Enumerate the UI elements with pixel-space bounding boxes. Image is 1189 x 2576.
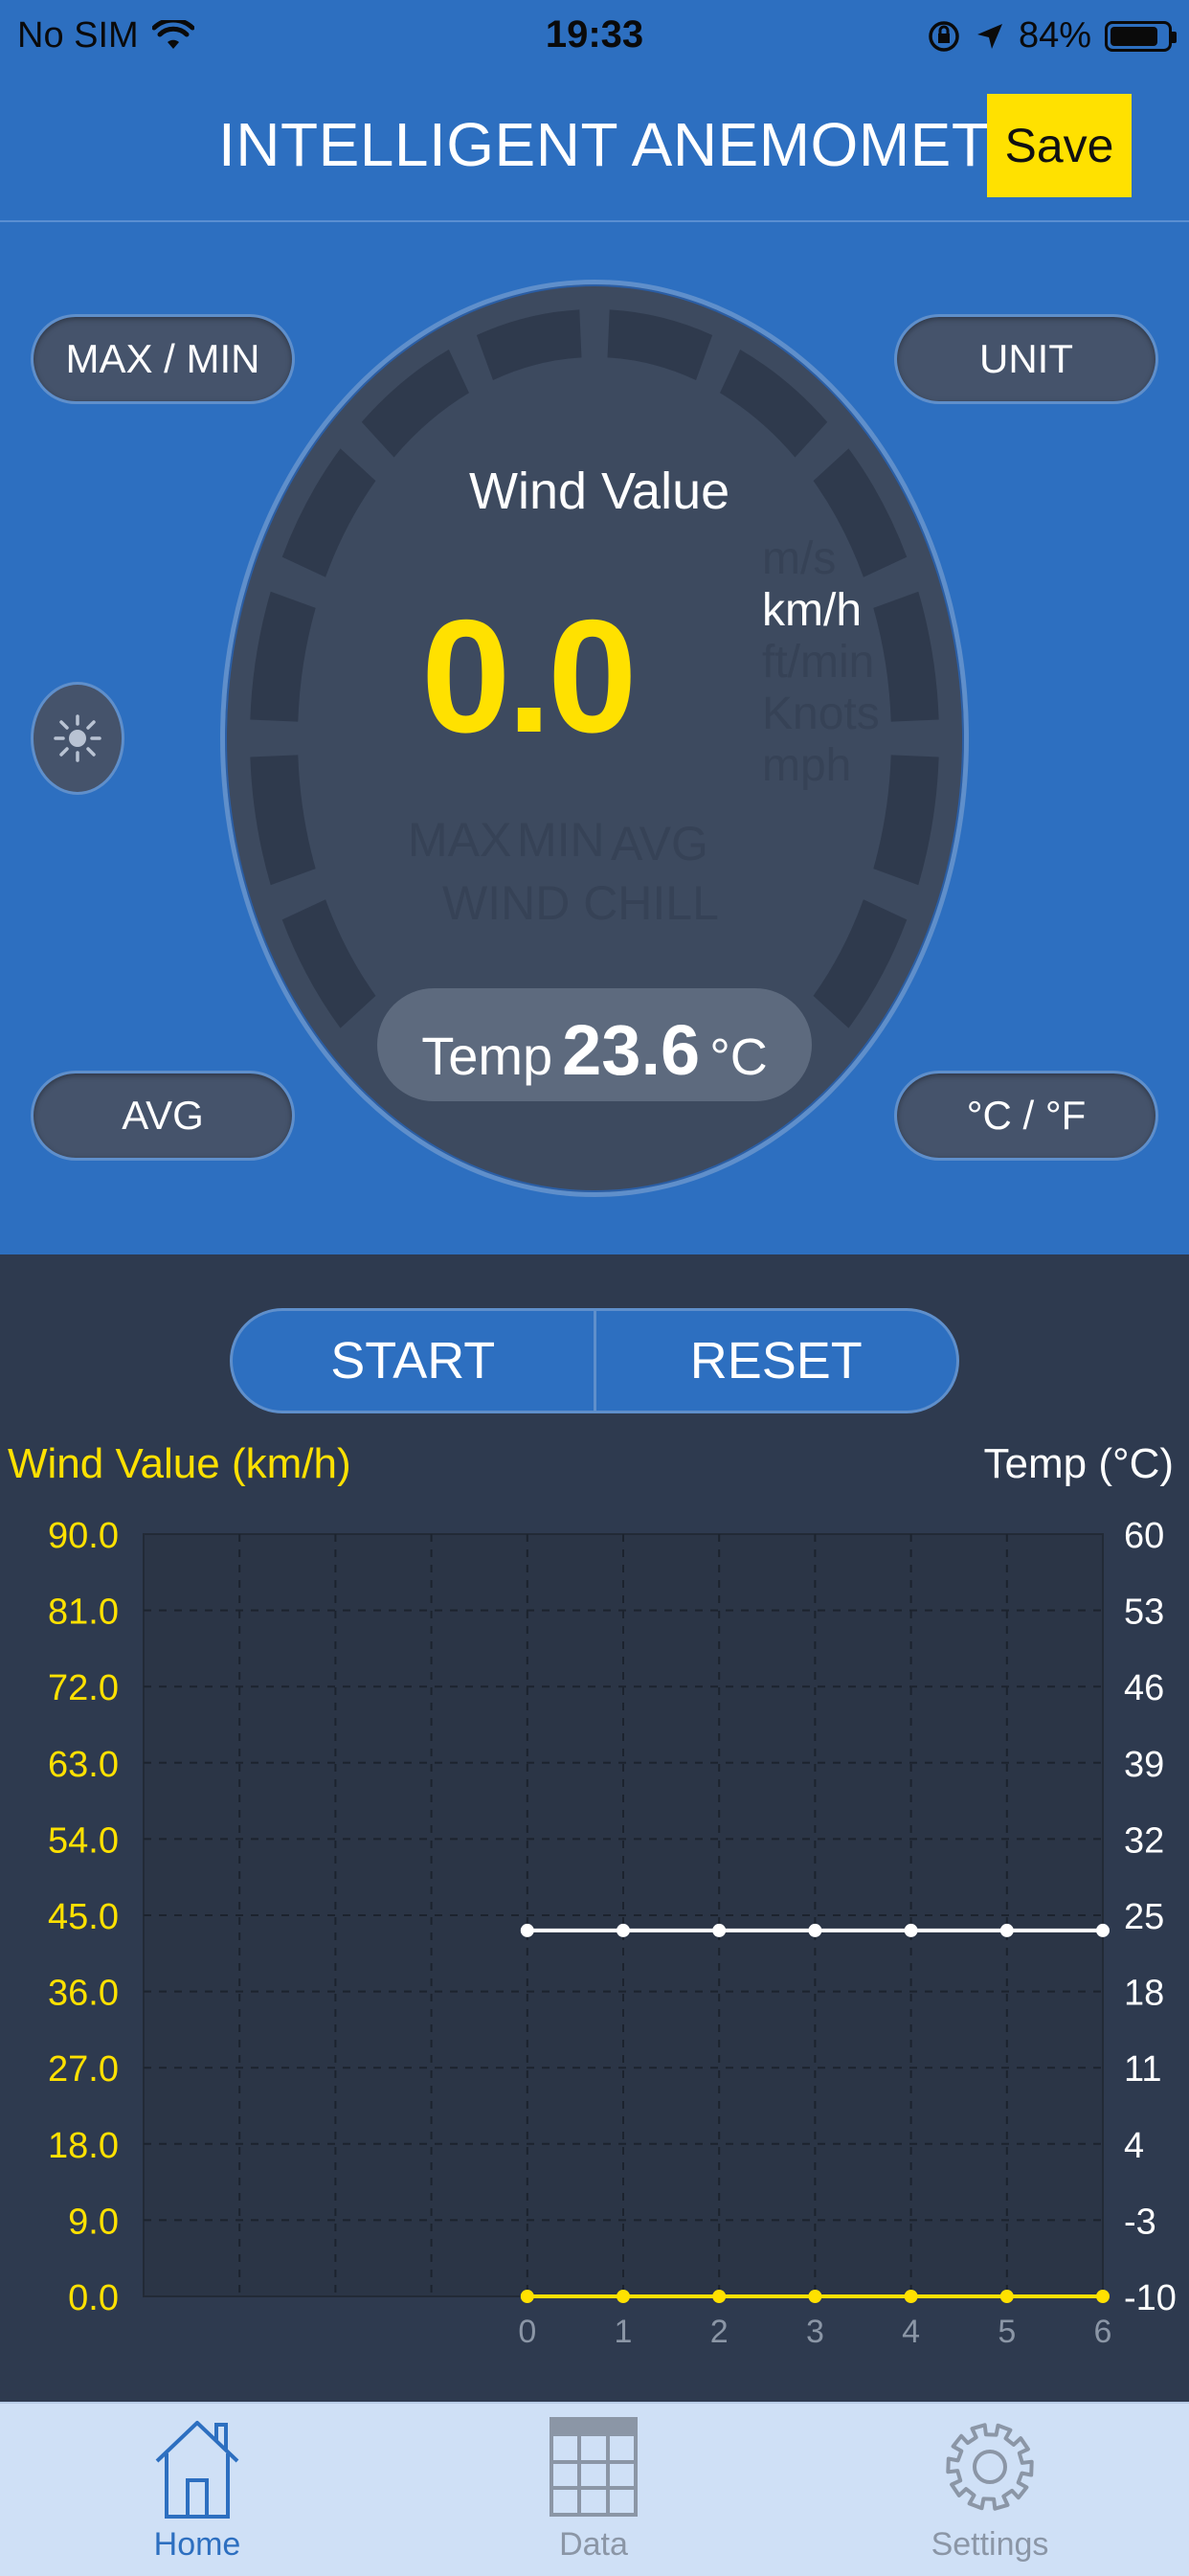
gauge-ring-segment	[873, 755, 939, 886]
gauge-ring-segment	[281, 899, 376, 1028]
series-point-left	[712, 2290, 727, 2303]
y-left-tick-label: 9.0	[68, 2202, 119, 2242]
y-right-tick-label: -3	[1124, 2202, 1156, 2242]
gear-icon	[946, 2423, 1034, 2511]
tab-settings[interactable]: Settings	[885, 2413, 1095, 2576]
gauge-ring-segment	[361, 349, 469, 458]
unit-ftmin: ft/min	[762, 637, 875, 688]
wind-temp-chart: 90.0 6081.0 5372.0 4663.0 3954.0 3245.0 2536.0…	[48, 1516, 1177, 2350]
mode-min: MIN	[517, 813, 605, 867]
series-point-left	[904, 2290, 918, 2303]
y-right-tick-label: 60	[1124, 1516, 1164, 1556]
y-right-tick-label: 46	[1124, 1668, 1164, 1708]
right-axis-title: Temp (°C)	[983, 1440, 1175, 1487]
save-button[interactable]: Save	[987, 94, 1132, 197]
gauge-ring-segment	[873, 591, 939, 722]
gauge-ring-segment	[720, 349, 828, 458]
tab-home[interactable]: Home	[92, 2413, 303, 2576]
x-tick-label: 3	[806, 2314, 824, 2350]
y-left-tick-label: 27.0	[48, 2049, 119, 2090]
gauge-ring-segment	[476, 309, 582, 381]
y-right-tick-label: 39	[1124, 1745, 1164, 1785]
y-right-tick-label: 18	[1124, 1974, 1164, 2014]
series-point-right	[712, 1923, 727, 1937]
x-tick-label: 4	[902, 2314, 920, 2350]
tab-settings-label: Settings	[931, 2526, 1049, 2563]
unit-ms: m/s	[762, 533, 837, 584]
y-right-tick-label: 32	[1124, 1820, 1164, 1861]
series-point-left	[1096, 2290, 1110, 2303]
tab-data[interactable]: Data	[488, 2413, 699, 2576]
temp-label: Temp	[421, 1026, 553, 1086]
unit-knots: Knots	[762, 689, 880, 739]
series-point-right	[520, 1923, 534, 1937]
reset-button[interactable]: RESET	[596, 1311, 957, 1411]
mode-avg: AVG	[611, 817, 708, 870]
y-left-tick-label: 81.0	[48, 1593, 119, 1633]
home-icon	[155, 2421, 239, 2519]
app-header: INTELLIGENT ANEMOMETER Save	[0, 77, 1189, 222]
unit-mph: mph	[762, 740, 852, 791]
gauge-ring-segment	[250, 755, 316, 886]
start-reset-control: START RESET	[230, 1308, 959, 1413]
sun-icon	[54, 714, 101, 762]
y-right-tick-label: -10	[1124, 2278, 1177, 2318]
series-point-left	[617, 2290, 630, 2303]
y-left-tick-label: 90.0	[48, 1516, 119, 1556]
status-bar: No SIM 19:33 84%	[0, 0, 1189, 73]
y-left-tick-label: 54.0	[48, 1820, 119, 1861]
wind-value-title: Wind Value	[469, 463, 730, 520]
y-left-tick-label: 18.0	[48, 2126, 119, 2166]
x-tick-label: 5	[998, 2314, 1016, 2350]
y-left-tick-label: 72.0	[48, 1668, 119, 1708]
series-point-left	[808, 2290, 822, 2303]
battery-percent: 84%	[1018, 15, 1091, 56]
orientation-lock-icon	[929, 20, 959, 52]
x-tick-label: 0	[518, 2314, 536, 2350]
series-point-left	[999, 2290, 1014, 2303]
y-left-tick-label: 63.0	[48, 1745, 119, 1785]
grid-icon	[550, 2417, 638, 2517]
page-title: INTELLIGENT ANEMOMETER	[218, 110, 1076, 179]
unit-kmh: km/h	[762, 585, 863, 636]
y-right-tick-label: 53	[1124, 1593, 1164, 1633]
y-left-tick-label: 36.0	[48, 1974, 119, 2014]
gauge-ring-segment	[250, 591, 316, 722]
y-left-tick-label: 0.0	[68, 2278, 119, 2318]
series-point-left	[520, 2290, 534, 2303]
start-button[interactable]: START	[233, 1311, 594, 1411]
y-right-tick-label: 25	[1124, 1897, 1164, 1937]
backlight-button[interactable]	[31, 682, 124, 795]
mode-max: MAX	[408, 813, 512, 867]
tab-data-label: Data	[559, 2526, 628, 2563]
y-left-tick-label: 45.0	[48, 1897, 119, 1937]
x-tick-label: 6	[1094, 2314, 1112, 2350]
temp-value: 23.6	[562, 1010, 701, 1090]
gauge-ring-segment	[607, 309, 713, 381]
series-point-right	[904, 1923, 918, 1937]
series-point-right	[999, 1923, 1014, 1937]
series-point-right	[1096, 1923, 1110, 1937]
series-point-right	[617, 1923, 630, 1937]
wind-value-readout: 0.0	[421, 586, 638, 766]
series-point-right	[808, 1923, 822, 1937]
battery-icon	[1105, 20, 1177, 52]
location-arrow-icon	[976, 23, 1002, 49]
x-tick-label: 2	[710, 2314, 729, 2350]
gauge-ring-segment	[281, 448, 376, 577]
temp-unit: °C	[709, 1028, 768, 1086]
mode-wind-chill: WIND CHILL	[442, 876, 719, 930]
tab-home-label: Home	[153, 2526, 241, 2563]
y-right-tick-label: 4	[1124, 2126, 1144, 2166]
x-tick-label: 1	[615, 2314, 633, 2350]
temperature-display: Temp 23.6 °C	[377, 988, 812, 1101]
y-right-tick-label: 11	[1124, 2049, 1161, 2090]
left-axis-title: Wind Value (km/h)	[8, 1440, 351, 1487]
gauge-ring-segment	[813, 899, 908, 1028]
tab-bar: Home Data Settings	[0, 2402, 1189, 2576]
